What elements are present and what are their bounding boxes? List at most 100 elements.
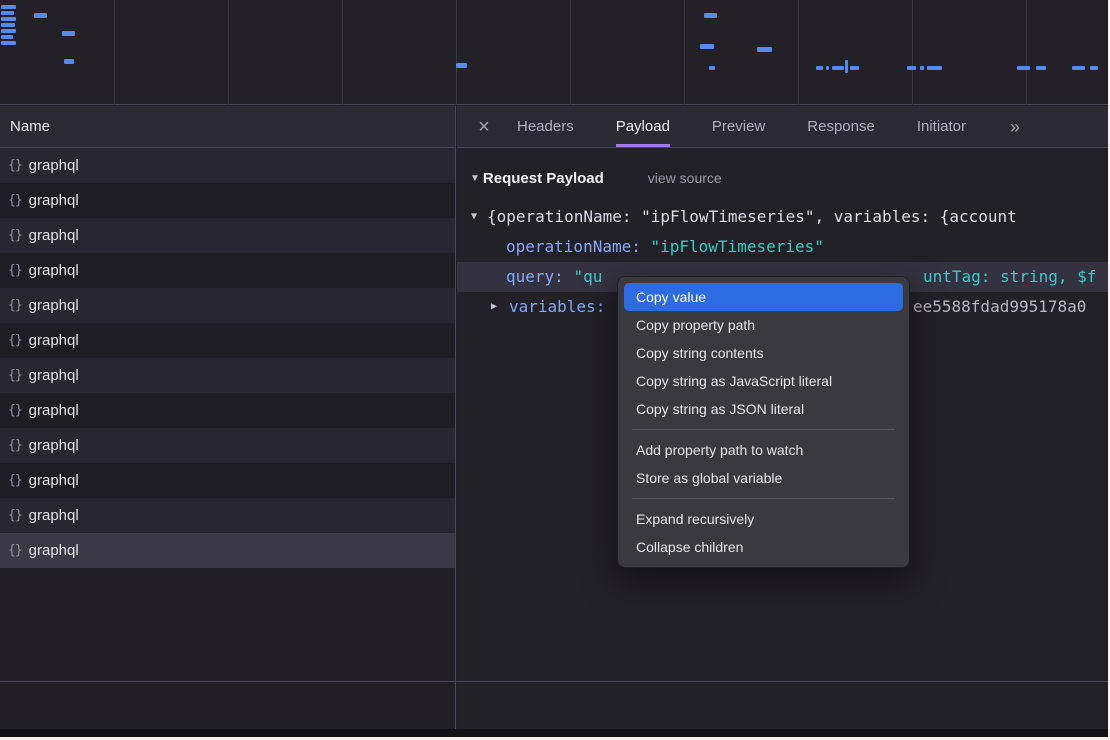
request-timing-bar	[1, 5, 16, 9]
context-menu-item-label: Expand recursively	[636, 511, 754, 527]
collapsed-triangle-icon[interactable]: ▶	[491, 292, 497, 322]
request-row[interactable]: {} graphql	[0, 288, 455, 323]
request-timing-bar	[1, 17, 16, 21]
request-timing-bar	[816, 66, 823, 70]
json-braces-icon: {}	[8, 193, 22, 208]
json-braces-icon: {}	[8, 298, 22, 313]
detail-tab[interactable]: Initiator	[917, 106, 966, 147]
expanded-triangle-icon[interactable]: ▼	[471, 202, 477, 232]
section-collapse-icon[interactable]: ▼	[470, 173, 480, 184]
network-overview-timeline[interactable]	[0, 0, 1110, 105]
request-name: graphql	[29, 157, 79, 174]
name-column-header[interactable]: Name	[0, 106, 455, 148]
timeline-grid-line	[114, 0, 115, 105]
request-timing-bar	[1, 23, 15, 27]
tab-label: Headers	[517, 118, 574, 135]
json-braces-icon: {}	[8, 508, 22, 523]
request-timing-bar	[64, 59, 74, 64]
tab-label: Preview	[712, 118, 765, 135]
request-timing-bar	[907, 66, 916, 70]
view-source-link[interactable]: view source	[648, 170, 722, 186]
json-braces-icon: {}	[8, 228, 22, 243]
request-name: graphql	[29, 192, 79, 209]
request-name: graphql	[29, 227, 79, 244]
context-menu-item-label: Collapse children	[636, 539, 743, 555]
request-timing-bar	[1, 29, 16, 33]
property-key: query:	[506, 267, 564, 286]
request-timing-bar	[709, 66, 715, 70]
context-menu-item[interactable]: Copy property path	[624, 311, 903, 339]
payload-row-operation-name[interactable]: operationName: "ipFlowTimeseries"	[457, 232, 1110, 262]
context-menu-item-label: Copy string contents	[636, 345, 764, 361]
request-row[interactable]: {} graphql	[0, 498, 455, 533]
payload-root-row[interactable]: ▼ {operationName: "ipFlowTimeseries", va…	[457, 202, 1110, 232]
context-menu-item-label: Copy property path	[636, 317, 755, 333]
request-name: graphql	[29, 297, 79, 314]
context-menu-item-label: Copy string as JavaScript literal	[636, 373, 832, 389]
context-menu-item[interactable]: Add property path to watch	[624, 436, 903, 464]
request-name: graphql	[29, 367, 79, 384]
detail-tab[interactable]: Preview	[712, 106, 765, 147]
request-timing-bar	[456, 63, 467, 68]
property-value-start: "qu	[573, 267, 602, 286]
request-name: graphql	[29, 402, 79, 419]
json-braces-icon: {}	[8, 333, 22, 348]
context-menu-separator	[632, 498, 895, 499]
timeline-grid-line	[228, 0, 229, 105]
context-menu-item[interactable]: Expand recursively	[624, 505, 903, 533]
more-tabs-button[interactable]: »	[1010, 106, 1020, 147]
request-timing-bar	[62, 31, 75, 36]
timeline-grid-line	[912, 0, 913, 105]
close-panel-button[interactable]: ×	[473, 106, 495, 147]
context-menu-item[interactable]: Copy string as JavaScript literal	[624, 367, 903, 395]
request-timing-bar	[700, 44, 714, 49]
timeline-grid-line	[342, 0, 343, 105]
detail-tab[interactable]: Response	[807, 106, 875, 147]
request-timing-bar	[845, 60, 848, 73]
request-row[interactable]: {} graphql	[0, 393, 455, 428]
request-name: graphql	[29, 472, 79, 489]
object-preview: {operationName: "ipFlowTimeseries", vari…	[487, 207, 1017, 226]
requests-panel: Name {} graphql {} graphql {} graphql	[0, 106, 456, 740]
request-row[interactable]: {} graphql	[0, 183, 455, 218]
request-row[interactable]: {} graphql	[0, 463, 455, 498]
context-menu-item[interactable]: Copy string contents	[624, 339, 903, 367]
request-timing-bar	[757, 47, 772, 52]
json-braces-icon: {}	[8, 438, 22, 453]
request-timing-bar	[1090, 66, 1098, 70]
section-title: Request Payload	[483, 170, 604, 187]
context-menu-item[interactable]: Store as global variable	[624, 464, 903, 492]
detail-tab[interactable]: Payload	[616, 106, 670, 147]
request-timing-bar	[927, 66, 942, 70]
request-row[interactable]: {} graphql	[0, 533, 455, 568]
property-value-end: untTag: string, $f	[923, 262, 1096, 292]
request-timing-bar	[832, 66, 844, 70]
request-row[interactable]: {} graphql	[0, 148, 455, 183]
footer-divider	[0, 681, 1110, 682]
request-name: graphql	[29, 332, 79, 349]
property-preview-end: ee5588fdad995178a0	[913, 292, 1086, 322]
request-timing-bar	[704, 13, 717, 18]
requests-list: {} graphql {} graphql {} graphql {} grap…	[0, 148, 455, 568]
detail-tab[interactable]: Headers	[517, 106, 574, 147]
timeline-grid-line	[570, 0, 571, 105]
request-row[interactable]: {} graphql	[0, 358, 455, 393]
context-menu-item[interactable]: Copy value	[624, 283, 903, 311]
request-name: graphql	[29, 437, 79, 454]
request-row[interactable]: {} graphql	[0, 428, 455, 463]
request-name: graphql	[29, 542, 79, 559]
tab-label: Initiator	[917, 118, 966, 135]
json-braces-icon: {}	[8, 473, 22, 488]
context-menu-item[interactable]: Copy string as JSON literal	[624, 395, 903, 423]
request-timing-bar	[1072, 66, 1085, 70]
request-timing-bar	[1, 11, 14, 15]
detail-tabbar: × Headers Payload Preview	[457, 106, 1110, 148]
context-menu-item[interactable]: Collapse children	[624, 533, 903, 561]
tab-label: Response	[807, 118, 875, 135]
request-row[interactable]: {} graphql	[0, 253, 455, 288]
timeline-grid-line	[1026, 0, 1027, 105]
request-timing-bar	[1036, 66, 1046, 70]
request-row[interactable]: {} graphql	[0, 323, 455, 358]
timeline-grid-line	[684, 0, 685, 105]
request-row[interactable]: {} graphql	[0, 218, 455, 253]
